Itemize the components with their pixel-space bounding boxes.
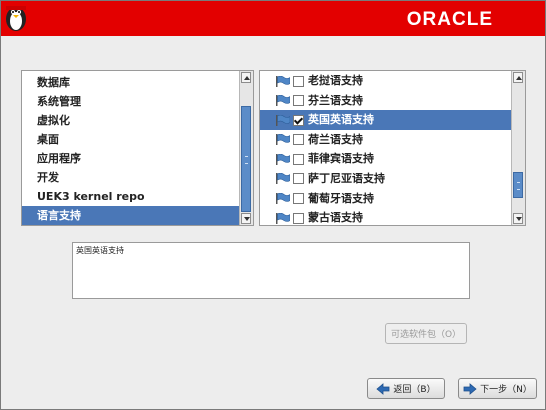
language-label: 蒙古语支持 bbox=[308, 211, 363, 225]
back-button[interactable]: 返回（B） bbox=[367, 378, 445, 399]
language-list-item[interactable]: 荷兰语支持 bbox=[260, 130, 512, 150]
flag-icon bbox=[276, 153, 290, 165]
flag-icon bbox=[276, 212, 290, 224]
language-list-rows: 老挝语支持芬兰语支持英国英语支持 荷兰语支持菲律宾语支持 萨丁尼亚语支持 葡萄牙语支持… bbox=[260, 71, 512, 225]
flag-icon bbox=[276, 173, 290, 185]
group-list-item[interactable]: 应用程序 bbox=[22, 149, 240, 168]
optional-packages-button[interactable]: 可选软件包（O） bbox=[385, 323, 467, 344]
group-list-item[interactable]: 桌面 bbox=[22, 130, 240, 149]
installer-window: ORACLE 数据库 系统管理 虚拟化 桌面 应用程序 开发 UEK3 kernel rep… bbox=[0, 0, 546, 410]
group-list-item[interactable]: 数据库 bbox=[22, 73, 240, 92]
language-label: 芬兰语支持 bbox=[308, 93, 363, 107]
language-list-item[interactable]: 菲律宾语支持 bbox=[260, 149, 512, 169]
description-box: 英国英语支持 bbox=[72, 242, 470, 299]
language-label: 萨丁尼亚语支持 bbox=[308, 171, 385, 185]
language-list-item[interactable]: 英国英语支持 bbox=[260, 110, 512, 130]
arrow-up-icon bbox=[244, 76, 250, 80]
language-list-item[interactable]: 芬兰语支持 bbox=[260, 91, 512, 111]
grip-icon bbox=[517, 181, 520, 190]
language-label: 葡萄牙语支持 bbox=[308, 191, 374, 205]
scroll-thumb[interactable] bbox=[241, 106, 251, 212]
checkbox[interactable] bbox=[293, 114, 304, 126]
language-list-item[interactable]: 老挝语支持 bbox=[260, 71, 512, 91]
flag-icon bbox=[276, 75, 290, 87]
arrow-up-icon bbox=[516, 76, 522, 80]
scroll-up-button[interactable] bbox=[513, 72, 523, 83]
group-list-item[interactable]: 开发 bbox=[22, 168, 240, 187]
grip-icon bbox=[245, 156, 248, 164]
scroll-up-button[interactable] bbox=[241, 72, 251, 83]
language-label: 英国英语支持 bbox=[308, 113, 374, 127]
oracle-logo: ORACLE bbox=[406, 9, 493, 30]
language-list-item[interactable]: 萨丁尼亚语支持 bbox=[260, 169, 512, 189]
language-list-item[interactable]: 葡萄牙语支持 bbox=[260, 189, 512, 209]
scroll-down-button[interactable] bbox=[241, 213, 251, 224]
checkbox[interactable] bbox=[293, 134, 304, 146]
flag-icon bbox=[276, 95, 290, 107]
group-list-item[interactable]: 系统管理 bbox=[22, 92, 240, 111]
language-label: 老挝语支持 bbox=[308, 74, 363, 87]
checkbox[interactable] bbox=[293, 173, 304, 185]
scroll-down-button[interactable] bbox=[513, 213, 523, 224]
language-label: 菲律宾语支持 bbox=[308, 152, 374, 166]
language-list[interactable]: 老挝语支持芬兰语支持英国英语支持 荷兰语支持菲律宾语支持 萨丁尼亚语支持 葡萄牙语支持… bbox=[259, 70, 526, 226]
group-list-item[interactable]: 语言支持 bbox=[22, 206, 240, 225]
group-list[interactable]: 数据库 系统管理 虚拟化 桌面 应用程序 开发 UEK3 kernel repo 语言支持 bbox=[21, 70, 254, 226]
header-bar: ORACLE bbox=[1, 1, 545, 36]
checkbox[interactable] bbox=[293, 95, 304, 107]
checkbox[interactable] bbox=[293, 212, 304, 224]
back-button-label: 返回（B） bbox=[393, 385, 436, 395]
flag-icon bbox=[276, 134, 290, 146]
language-label: 荷兰语支持 bbox=[308, 132, 363, 146]
arrow-down-icon bbox=[244, 217, 250, 221]
flag-icon bbox=[276, 114, 290, 126]
language-list-scrollbar[interactable] bbox=[511, 71, 525, 225]
group-list-rows: 数据库 系统管理 虚拟化 桌面 应用程序 开发 UEK3 kernel repo 语言支持 bbox=[22, 73, 240, 225]
language-list-item[interactable]: 蒙古语支持 bbox=[260, 208, 512, 225]
group-list-item[interactable]: 虚拟化 bbox=[22, 111, 240, 130]
checkbox[interactable] bbox=[293, 75, 304, 87]
arrow-left-icon bbox=[376, 382, 390, 395]
scroll-thumb[interactable] bbox=[513, 171, 523, 198]
checkbox[interactable] bbox=[293, 193, 304, 205]
checkbox[interactable] bbox=[293, 153, 304, 165]
penguin-mascot-icon bbox=[6, 6, 26, 31]
flag-icon bbox=[276, 193, 290, 205]
arrow-right-icon bbox=[463, 382, 477, 395]
arrow-down-icon bbox=[516, 217, 522, 221]
group-list-item[interactable]: UEK3 kernel repo bbox=[22, 187, 240, 206]
next-button-label: 下一步（N） bbox=[480, 385, 532, 395]
group-list-scrollbar[interactable] bbox=[239, 71, 253, 225]
next-button[interactable]: 下一步（N） bbox=[458, 378, 537, 399]
